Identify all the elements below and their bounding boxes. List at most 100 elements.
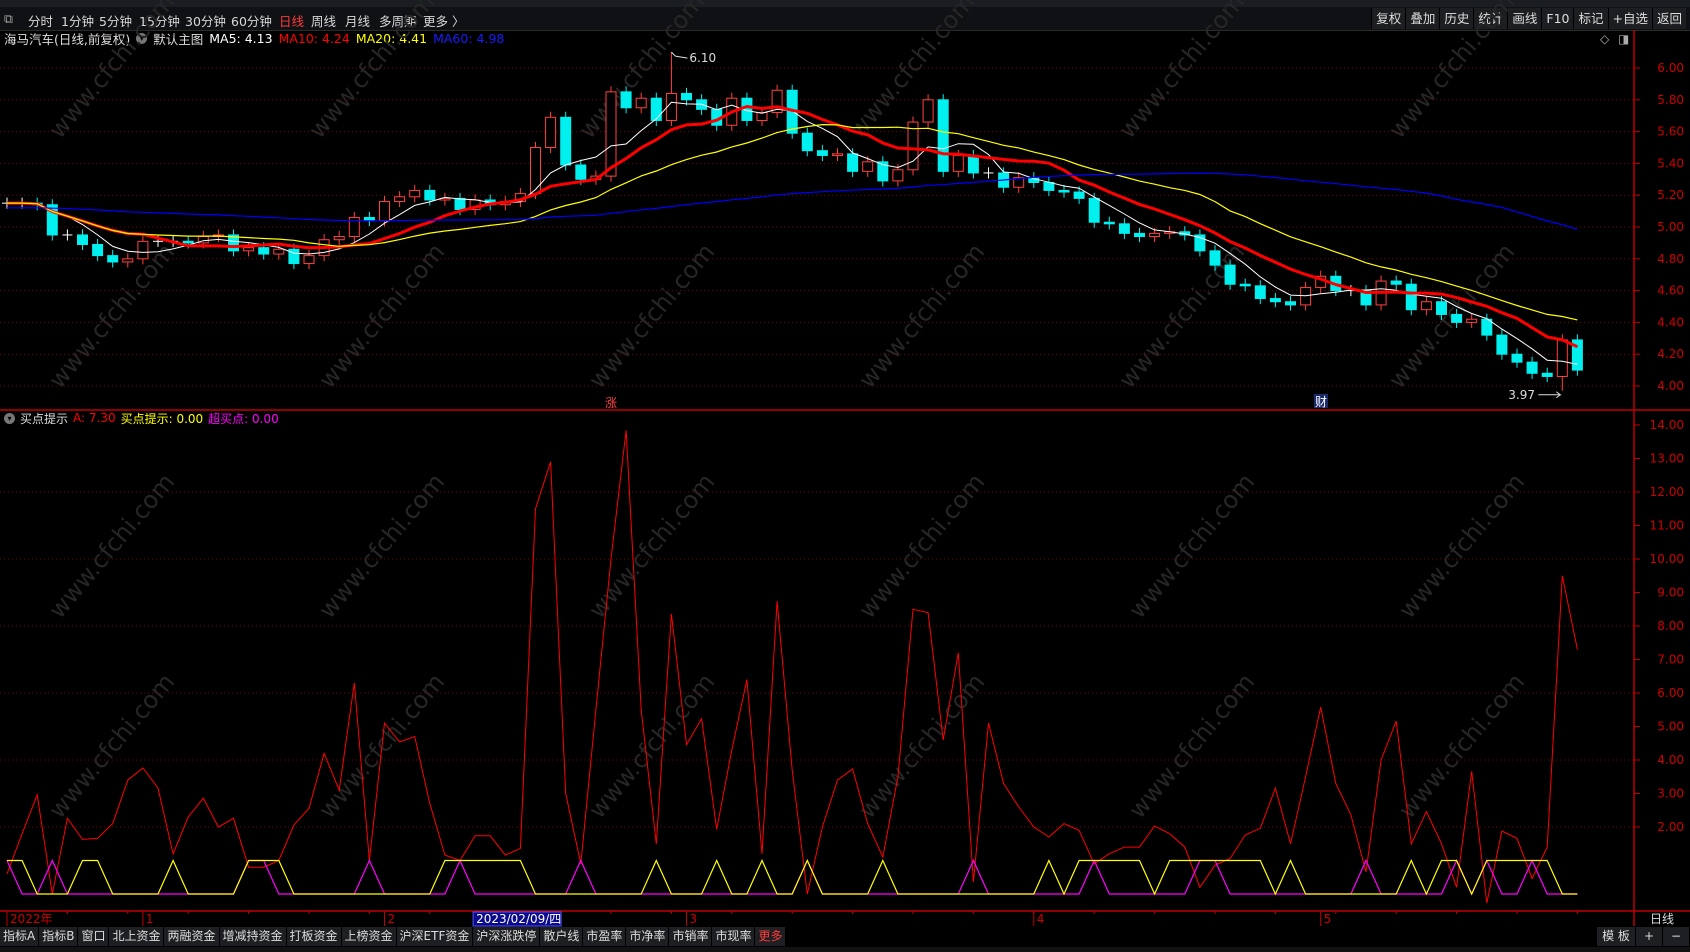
high-marker-arrow bbox=[671, 51, 688, 59]
candle-body bbox=[1088, 197, 1100, 223]
candle-body bbox=[1073, 191, 1085, 199]
candle bbox=[1239, 278, 1251, 292]
candle bbox=[665, 52, 677, 127]
candle-body bbox=[1209, 250, 1221, 266]
watermark-text: www.cfchi.com bbox=[573, 0, 710, 144]
time-label: 5 bbox=[1324, 912, 1332, 926]
candle-body bbox=[530, 147, 541, 195]
candle bbox=[681, 87, 692, 106]
watermark-text: www.cfchi.com bbox=[1383, 0, 1520, 144]
candle-body bbox=[665, 92, 677, 121]
candle bbox=[560, 111, 572, 171]
candle bbox=[1118, 218, 1130, 239]
zoom-out-button[interactable]: − bbox=[1663, 927, 1689, 946]
candle-body bbox=[1224, 264, 1236, 285]
bottom-tab[interactable]: 沪深ETF资金 bbox=[396, 927, 473, 946]
indicator-name[interactable]: 买点提示 bbox=[20, 410, 68, 427]
bottom-tab[interactable]: 沪深涨跌停 bbox=[473, 927, 540, 946]
indicator-tick-label: 2.00 bbox=[1657, 820, 1684, 834]
watermark-text: www.cfchi.com bbox=[853, 668, 990, 824]
bottom-tab[interactable]: 市盈率 bbox=[583, 927, 626, 946]
time-label: 1 bbox=[146, 912, 154, 926]
indicator-tick-label: 7.00 bbox=[1657, 653, 1684, 667]
bottom-tab[interactable]: 北上资金 bbox=[109, 927, 164, 946]
candle-body bbox=[243, 247, 255, 252]
indicator-dropdown-icon[interactable]: ▾ bbox=[4, 412, 15, 424]
bottom-tab[interactable]: 增减持资金 bbox=[219, 927, 286, 946]
candle-body bbox=[1269, 298, 1281, 303]
watermark-text: www.cfchi.com bbox=[853, 238, 990, 394]
bottom-tab[interactable]: 上榜资金 bbox=[341, 927, 396, 946]
bottom-tab[interactable]: 散户线 bbox=[540, 927, 583, 946]
price-tick-label: 6.00 bbox=[1657, 61, 1684, 75]
kline-chart[interactable]: www.cfchi.com www.cfchi.com www.cfchi.com w… bbox=[0, 0, 1690, 952]
price-tick-label: 4.00 bbox=[1657, 379, 1684, 393]
bottom-tab[interactable]: 市销率 bbox=[669, 927, 712, 946]
low-marker-arrow bbox=[1538, 391, 1562, 399]
bottom-tab[interactable]: 打板资金 bbox=[286, 927, 341, 946]
candle-body bbox=[409, 189, 421, 198]
candle bbox=[1541, 367, 1553, 383]
candle-body bbox=[1118, 223, 1130, 234]
candle-body bbox=[122, 258, 134, 263]
candle bbox=[409, 184, 421, 203]
bottom-tab[interactable]: 指标B bbox=[39, 927, 78, 946]
price-tick-label: 4.40 bbox=[1657, 315, 1684, 329]
watermark-text: www.cfchi.com bbox=[43, 0, 180, 144]
watermark-text: www.cfchi.com bbox=[313, 468, 450, 624]
candle-body bbox=[937, 99, 949, 172]
candle bbox=[1043, 176, 1055, 196]
candle bbox=[937, 94, 949, 177]
indicator-super-buy-value: 超买点: 0.00 bbox=[208, 411, 279, 426]
bottom-tab[interactable]: 市现率 bbox=[712, 927, 755, 946]
candle-body bbox=[1134, 232, 1145, 238]
candle-body bbox=[832, 153, 843, 156]
watermark-text: www.cfchi.com bbox=[1393, 668, 1530, 824]
template-button[interactable]: 模 板 bbox=[1597, 927, 1635, 946]
candle bbox=[273, 243, 285, 260]
event-marker-cai: 财 bbox=[1315, 395, 1327, 409]
candle bbox=[530, 141, 541, 200]
bottom-tab[interactable]: 市净率 bbox=[626, 927, 669, 946]
candle bbox=[77, 229, 88, 251]
indicator-tick-label: 8.00 bbox=[1657, 619, 1684, 633]
candle-body bbox=[454, 197, 466, 211]
candle-body bbox=[424, 189, 436, 201]
watermark-text: www.cfchi.com bbox=[1393, 468, 1530, 624]
watermark-text: www.cfchi.com bbox=[583, 238, 720, 394]
zoom-in-button[interactable]: + bbox=[1636, 927, 1662, 946]
bottom-tab[interactable]: 更多 bbox=[755, 927, 786, 946]
candle-body bbox=[952, 154, 964, 172]
candle-body bbox=[575, 164, 587, 180]
candle-body bbox=[1239, 283, 1251, 287]
candle bbox=[862, 156, 874, 177]
candle-body bbox=[1420, 301, 1432, 311]
candle-body bbox=[107, 255, 119, 263]
cursor-date-label: 2023/02/09/四 bbox=[476, 912, 561, 926]
high-price-label: 6.10 bbox=[689, 51, 716, 65]
indicator-tick-label: 11.00 bbox=[1650, 519, 1684, 533]
candle bbox=[107, 250, 119, 268]
candle bbox=[394, 191, 406, 208]
watermark-text: www.cfchi.com bbox=[303, 0, 440, 144]
candle-body bbox=[620, 91, 632, 109]
indicator-tick-label: 5.00 bbox=[1657, 720, 1684, 734]
candle bbox=[635, 92, 647, 114]
candle bbox=[122, 253, 134, 268]
candle bbox=[1390, 275, 1402, 290]
bottom-tab[interactable]: 两融资金 bbox=[164, 927, 219, 946]
candle-body bbox=[967, 154, 979, 174]
candle-body bbox=[1390, 280, 1402, 285]
buy-hint-line bbox=[7, 859, 1578, 896]
bottom-tab[interactable]: 指标A bbox=[0, 927, 39, 946]
candle-body bbox=[681, 92, 692, 101]
candle-body bbox=[545, 116, 557, 148]
candle-body bbox=[92, 243, 104, 257]
candle-body bbox=[862, 161, 874, 172]
candle bbox=[46, 199, 58, 241]
candle-body bbox=[1149, 232, 1161, 238]
price-tick-label: 5.00 bbox=[1657, 220, 1684, 234]
candle bbox=[1013, 172, 1025, 193]
bottom-tab[interactable]: 窗口 bbox=[78, 927, 109, 946]
price-tick-label: 5.80 bbox=[1657, 93, 1684, 107]
